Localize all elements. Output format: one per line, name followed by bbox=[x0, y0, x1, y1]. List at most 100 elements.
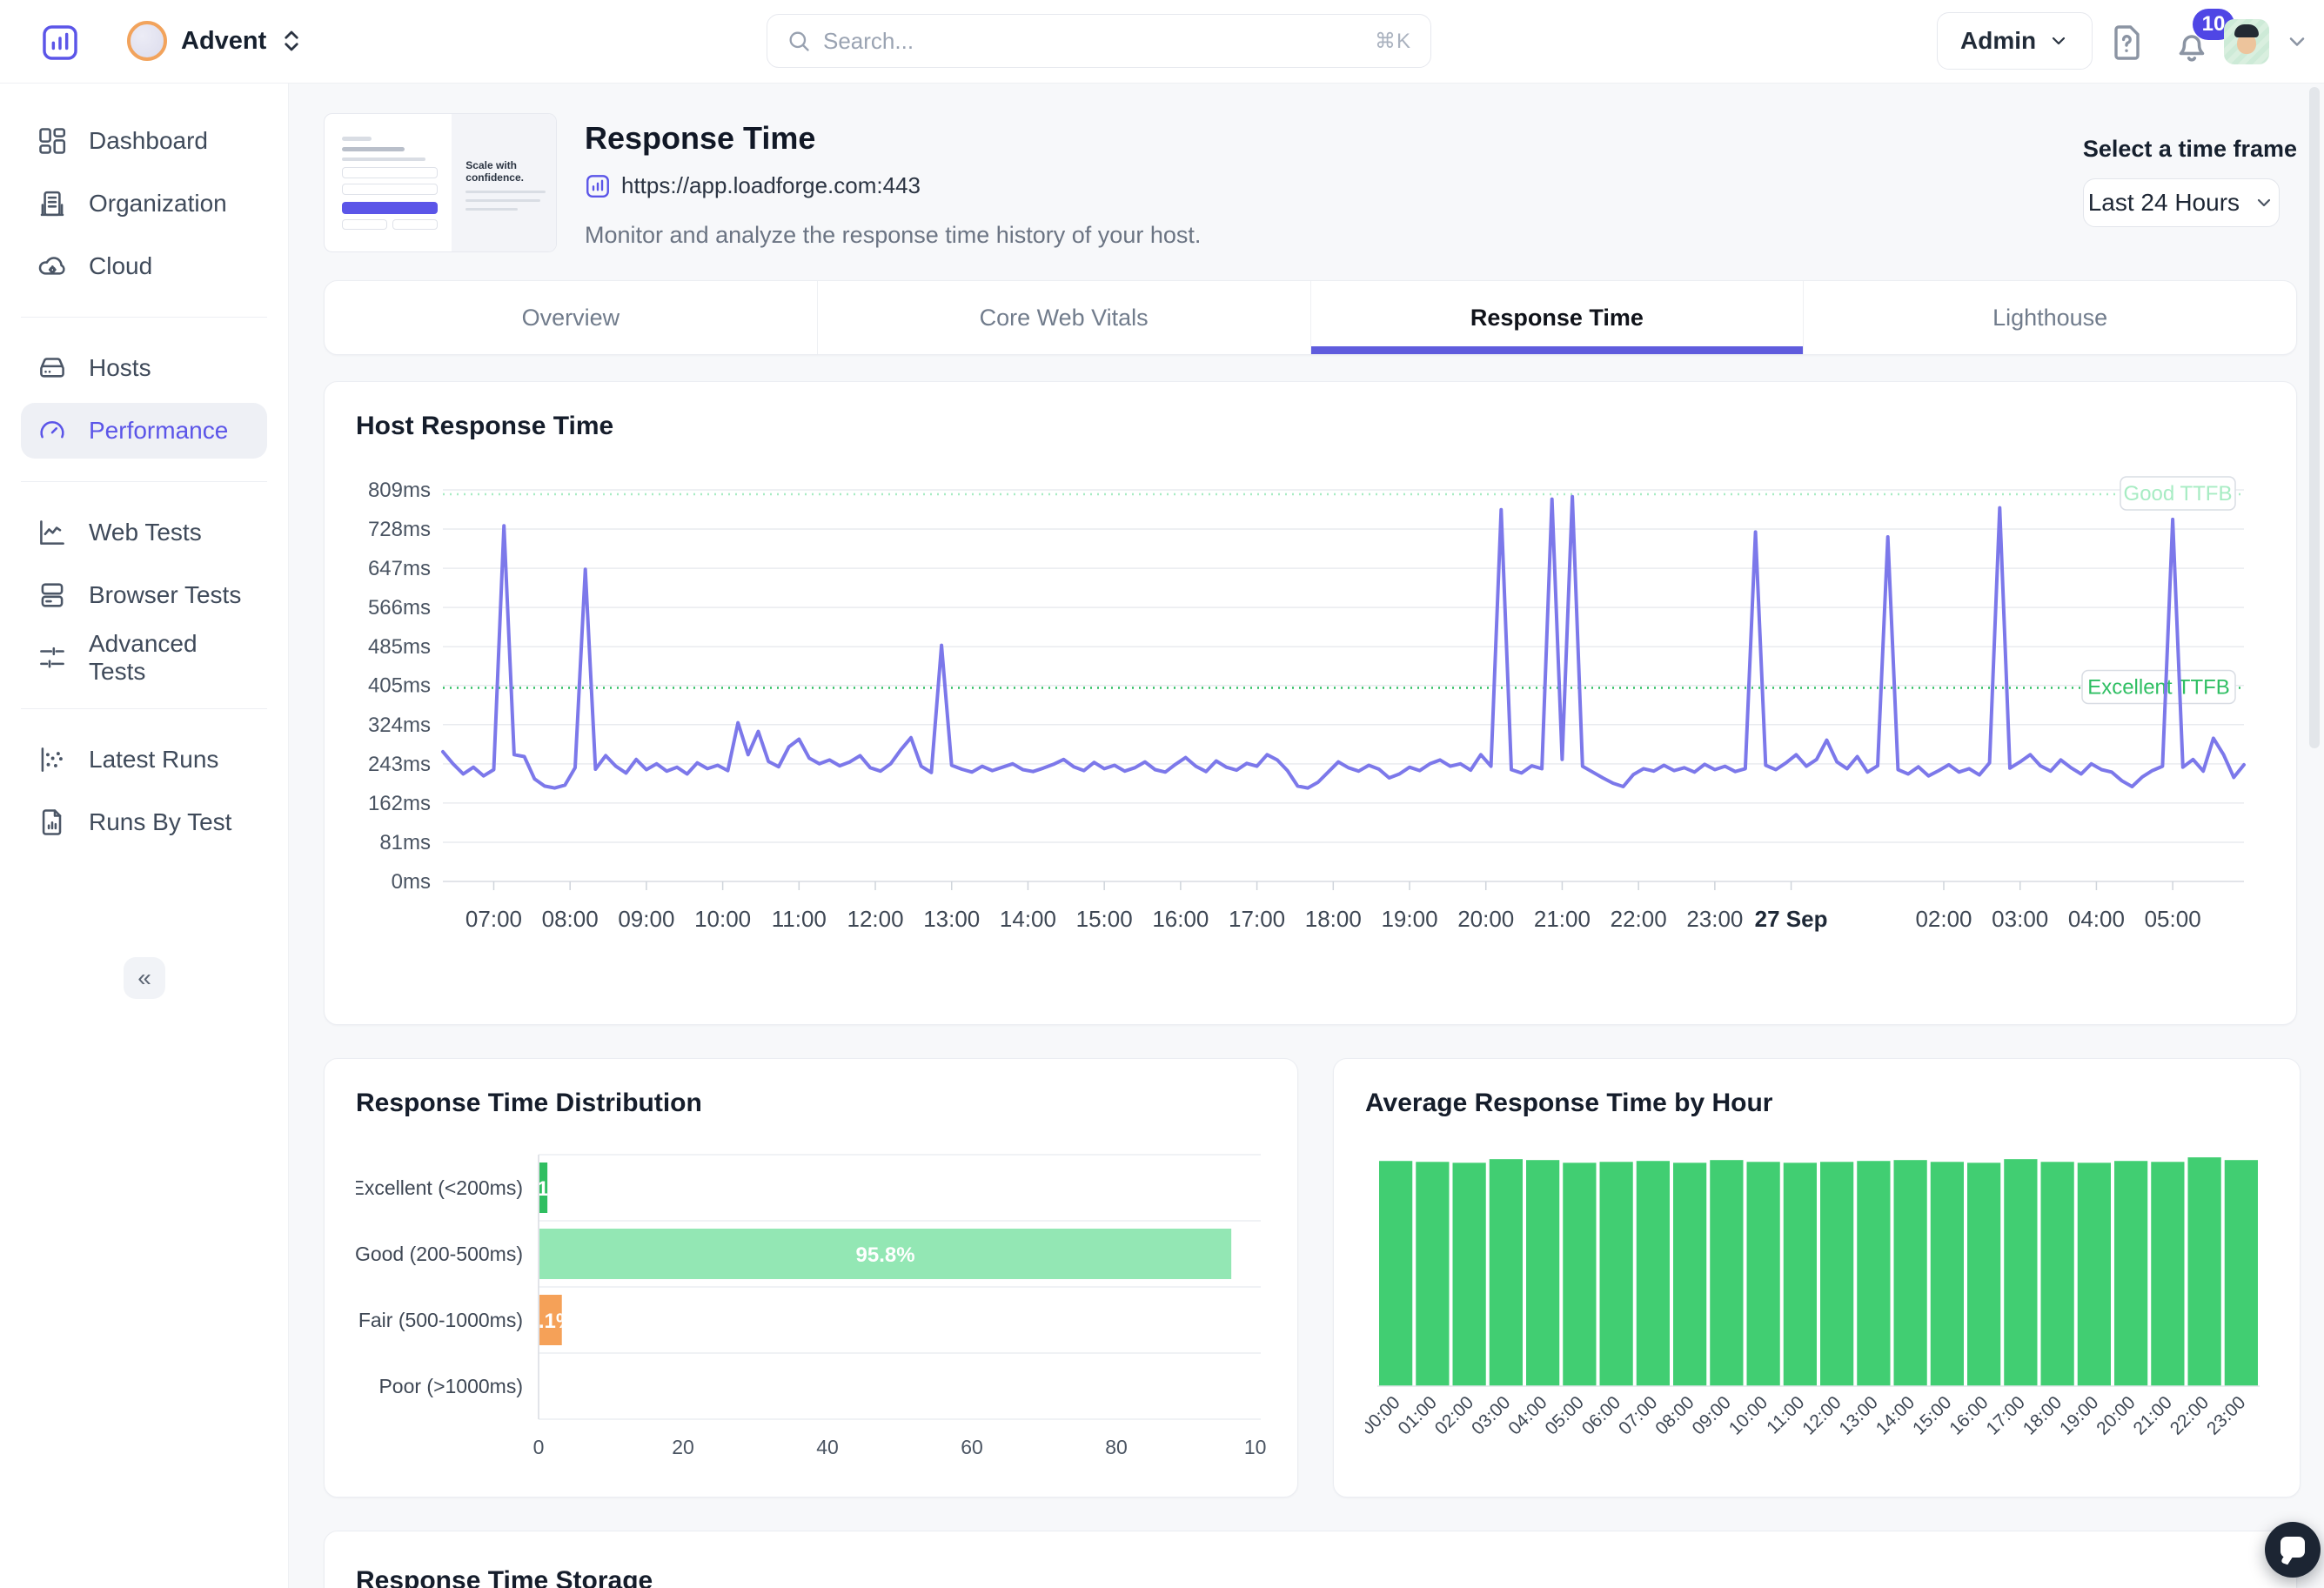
latest-runs-icon bbox=[37, 744, 68, 775]
tab-core-web-vitals[interactable]: Core Web Vitals bbox=[817, 281, 1310, 354]
svg-text:15:00: 15:00 bbox=[1076, 906, 1133, 932]
svg-text:12:00: 12:00 bbox=[847, 906, 903, 932]
svg-text:0: 0 bbox=[533, 1436, 545, 1458]
browser-tests-icon bbox=[37, 580, 68, 611]
svg-text:243ms: 243ms bbox=[368, 753, 431, 776]
svg-text:04:00: 04:00 bbox=[1504, 1392, 1550, 1438]
main-content: Scale with confidence. Response Time htt… bbox=[289, 84, 2324, 1588]
svg-text:Poor (>1000ms): Poor (>1000ms) bbox=[378, 1375, 523, 1397]
dashboard-icon bbox=[37, 125, 68, 157]
svg-text:14:00: 14:00 bbox=[1872, 1392, 1919, 1438]
chat-widget-button[interactable] bbox=[2265, 1522, 2321, 1578]
sidebar-item-label: Browser Tests bbox=[89, 581, 241, 609]
host-url[interactable]: https://app.loadforge.com:443 bbox=[621, 172, 921, 199]
help-button[interactable] bbox=[2106, 21, 2147, 64]
sidebar-item-runs-by-test[interactable]: Runs By Test bbox=[21, 794, 267, 850]
svg-text:06:00: 06:00 bbox=[1578, 1392, 1624, 1438]
sidebar-divider bbox=[21, 317, 267, 318]
timeframe-value: Last 24 Hours bbox=[2088, 189, 2240, 217]
sidebar-item-advanced-tests[interactable]: Advanced Tests bbox=[21, 630, 267, 686]
chevron-down-icon bbox=[2048, 30, 2069, 51]
svg-text:Excellent TTFB: Excellent TTFB bbox=[2087, 676, 2230, 700]
thumbnail-login-mock bbox=[325, 114, 452, 251]
page-title: Response Time bbox=[585, 120, 1201, 157]
distribution-card: Response Time Distribution Excellent (<2… bbox=[324, 1058, 1298, 1498]
thumbnail-caption: Scale with confidence. bbox=[465, 159, 546, 184]
web-tests-icon bbox=[37, 517, 68, 548]
scrollbar-thumb[interactable] bbox=[2309, 87, 2320, 748]
timeframe-select[interactable]: Last 24 Hours bbox=[2083, 178, 2280, 227]
admin-label: Admin bbox=[1960, 27, 2036, 55]
sidebar-item-label: Organization bbox=[89, 190, 227, 218]
app-logo-icon[interactable] bbox=[40, 23, 80, 63]
search-bar[interactable]: ⌘K bbox=[767, 14, 1431, 68]
svg-text:405ms: 405ms bbox=[368, 674, 431, 698]
svg-text:21:00: 21:00 bbox=[2129, 1392, 2175, 1438]
sidebar-item-organization[interactable]: Organization bbox=[21, 176, 267, 231]
svg-text:05:00: 05:00 bbox=[1541, 1392, 1587, 1438]
sidebar-item-hosts[interactable]: Hosts bbox=[21, 340, 267, 396]
hourly-chart: 00:0001:0002:0003:0004:0005:0006:0007:00… bbox=[1365, 1139, 2268, 1477]
svg-text:18:00: 18:00 bbox=[2019, 1392, 2066, 1438]
svg-text:20:00: 20:00 bbox=[2093, 1392, 2139, 1438]
sidebar-item-latest-runs[interactable]: Latest Runs bbox=[21, 732, 267, 787]
sidebar-item-web-tests[interactable]: Web Tests bbox=[21, 505, 267, 560]
svg-text:08:00: 08:00 bbox=[542, 906, 599, 932]
sidebar-item-label: Performance bbox=[89, 417, 228, 445]
svg-text:162ms: 162ms bbox=[368, 792, 431, 815]
svg-text:01:00: 01:00 bbox=[1394, 1392, 1440, 1438]
svg-text:566ms: 566ms bbox=[368, 596, 431, 620]
page-description: Monitor and analyze the response time hi… bbox=[585, 222, 1201, 249]
sidebar-item-dashboard[interactable]: Dashboard bbox=[21, 113, 267, 169]
topbar: Advent ⌘K Admin bbox=[0, 0, 2324, 84]
chevron-down-icon bbox=[2254, 192, 2274, 213]
svg-text:728ms: 728ms bbox=[368, 518, 431, 541]
svg-text:19:00: 19:00 bbox=[1381, 906, 1437, 932]
svg-text:17:00: 17:00 bbox=[1982, 1392, 2028, 1438]
svg-text:16:00: 16:00 bbox=[1152, 906, 1209, 932]
search-shortcut: ⌘K bbox=[1375, 29, 1411, 54]
organization-icon bbox=[37, 188, 68, 219]
workspace-switcher[interactable]: Advent bbox=[127, 21, 303, 61]
svg-text:Good (200-500ms): Good (200-500ms) bbox=[356, 1243, 523, 1265]
user-avatar[interactable] bbox=[2224, 19, 2269, 64]
sidebar-item-label: Dashboard bbox=[89, 127, 208, 155]
user-menu-chevron-icon[interactable] bbox=[2285, 30, 2309, 54]
runs-by-test-icon bbox=[37, 807, 68, 838]
svg-text:809ms: 809ms bbox=[368, 479, 431, 502]
sidebar-item-cloud[interactable]: Cloud bbox=[21, 238, 267, 294]
svg-text:02:00: 02:00 bbox=[1431, 1392, 1477, 1438]
tab-response-time[interactable]: Response Time bbox=[1310, 281, 1804, 354]
sidebar-collapse-button[interactable]: « bbox=[124, 957, 165, 999]
tab-label: Overview bbox=[522, 305, 620, 332]
svg-text:05:00: 05:00 bbox=[2145, 906, 2201, 932]
sidebar-item-browser-tests[interactable]: Browser Tests bbox=[21, 567, 267, 623]
sidebar-item-label: Latest Runs bbox=[89, 746, 218, 774]
storage-card: Response Time Storage bbox=[324, 1531, 2297, 1588]
timeframe-control: Select a time frame Last 24 Hours bbox=[2083, 113, 2297, 227]
tab-lighthouse[interactable]: Lighthouse bbox=[1803, 281, 2296, 354]
svg-text:07:00: 07:00 bbox=[1615, 1392, 1661, 1438]
page-header: Scale with confidence. Response Time htt… bbox=[324, 113, 2297, 252]
svg-text:1.1%: 1.1% bbox=[519, 1177, 567, 1201]
tab-label: Lighthouse bbox=[1992, 305, 2107, 332]
svg-text:10:00: 10:00 bbox=[694, 906, 751, 932]
svg-text:11:00: 11:00 bbox=[1763, 1392, 1808, 1437]
search-input[interactable] bbox=[823, 28, 1363, 55]
svg-text:23:00: 23:00 bbox=[1686, 906, 1743, 932]
svg-text:18:00: 18:00 bbox=[1305, 906, 1362, 932]
timeframe-label: Select a time frame bbox=[2083, 136, 2297, 163]
svg-text:80: 80 bbox=[1105, 1436, 1128, 1458]
svg-text:12:00: 12:00 bbox=[1798, 1392, 1845, 1438]
sidebar-item-performance[interactable]: Performance bbox=[21, 403, 267, 459]
svg-text:02:00: 02:00 bbox=[1915, 906, 1972, 932]
notifications-button[interactable]: 10 bbox=[2170, 23, 2215, 66]
admin-menu-button[interactable]: Admin bbox=[1937, 12, 2093, 70]
svg-text:07:00: 07:00 bbox=[465, 906, 522, 932]
distribution-title: Response Time Distribution bbox=[356, 1089, 1266, 1118]
svg-text:324ms: 324ms bbox=[368, 714, 431, 737]
tab-label: Response Time bbox=[1470, 305, 1644, 332]
tab-overview[interactable]: Overview bbox=[325, 281, 817, 354]
hourly-title: Average Response Time by Hour bbox=[1365, 1089, 2268, 1118]
host-thumbnail: Scale with confidence. bbox=[324, 113, 557, 252]
